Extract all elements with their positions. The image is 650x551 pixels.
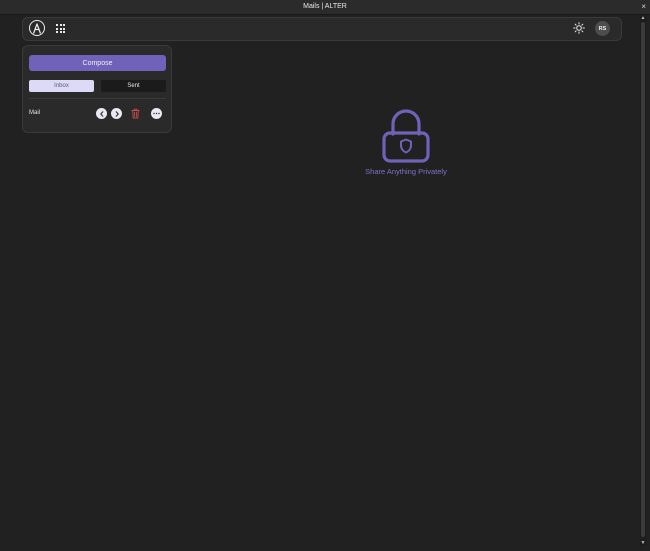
panel-divider: [29, 98, 166, 99]
scroll-down-icon[interactable]: ▼: [640, 540, 646, 546]
window-titlebar: Mails | ALTER ×: [0, 0, 650, 15]
scroll-up-icon[interactable]: ▲: [640, 15, 646, 21]
chevron-right-icon: [115, 110, 119, 117]
more-options-button[interactable]: [151, 108, 162, 119]
hero-tagline: Share Anything Privately: [365, 167, 447, 176]
window-close-button[interactable]: ×: [641, 0, 646, 14]
chevron-left-icon: [99, 110, 103, 117]
tab-sent[interactable]: Sent: [101, 80, 166, 92]
lock-shield-icon: [382, 109, 430, 163]
user-avatar[interactable]: RS: [595, 21, 610, 36]
alter-logo-glyph: [32, 22, 42, 34]
top-navbar: RS: [22, 17, 622, 41]
alter-logo-icon[interactable]: [29, 20, 45, 36]
compose-button[interactable]: Compose: [29, 55, 166, 71]
tab-inbox[interactable]: Inbox: [29, 80, 94, 92]
mail-sidebar-panel: Compose Inbox Sent Mail: [22, 45, 172, 133]
sun-icon[interactable]: [573, 22, 585, 34]
next-page-button[interactable]: [111, 108, 122, 119]
more-icon: [153, 112, 160, 115]
scrollbar[interactable]: ▲ ▼: [640, 15, 646, 546]
window-title: Mails | ALTER: [303, 3, 347, 10]
apps-grid-icon[interactable]: [56, 24, 65, 33]
scrollbar-thumb[interactable]: [641, 22, 645, 537]
previous-page-button[interactable]: [96, 108, 107, 119]
trash-icon[interactable]: [131, 108, 140, 119]
mail-section-label: Mail: [29, 110, 41, 116]
